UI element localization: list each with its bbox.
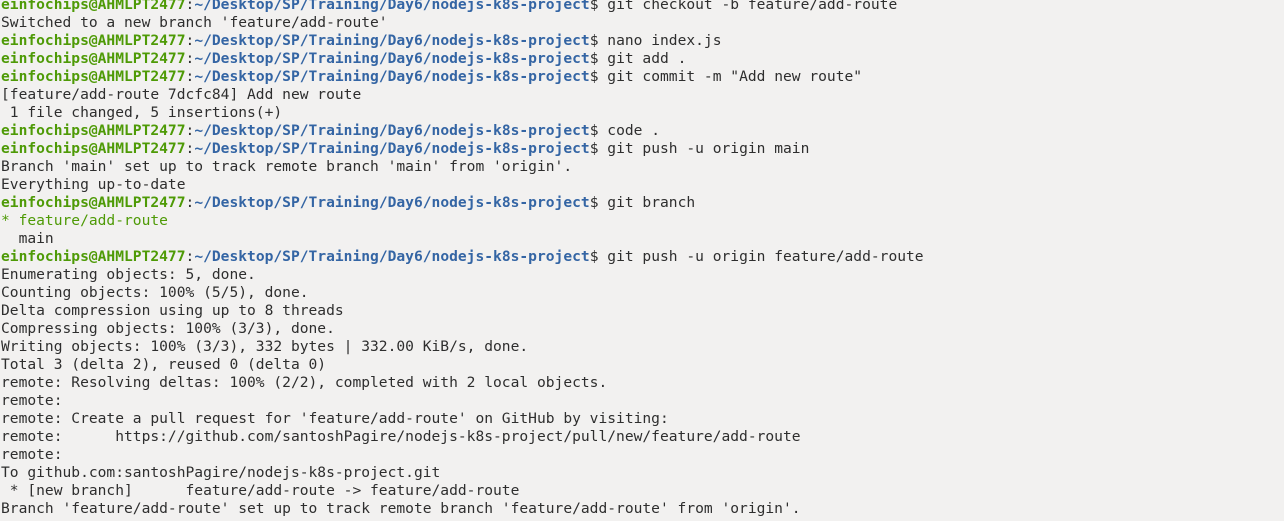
prompt-colon: : [185,0,195,13]
prompt-cwd: ~/Desktop/SP/Training/Day6/nodejs-k8s-pr… [194,122,590,139]
prompt-cwd: ~/Desktop/SP/Training/Day6/nodejs-k8s-pr… [194,32,590,49]
terminal-window[interactable]: einfochips@AHMLPT2477:~/Desktop/SP/Train… [0,0,1284,521]
output-line: * [new branch] feature/add-route -> feat… [1,482,1284,500]
output-line: Counting objects: 100% (5/5), done. [1,284,1284,302]
prompt-dollar: $ [589,248,608,265]
prompt-colon: : [185,248,195,265]
output-text: Branch 'main' set up to track remote bra… [1,158,573,175]
prompt-colon: : [185,50,195,67]
output-line: [feature/add-route 7dcfc84] Add new rout… [1,86,1284,104]
command-text: git commit -m "Add new route" [607,68,863,85]
prompt-user-host: einfochips@AHMLPT2477 [1,194,186,211]
prompt-line[interactable]: einfochips@AHMLPT2477:~/Desktop/SP/Train… [1,0,1284,14]
prompt-cwd: ~/Desktop/SP/Training/Day6/nodejs-k8s-pr… [194,248,590,265]
prompt-user-host: einfochips@AHMLPT2477 [1,32,186,49]
command-text: git checkout -b feature/add-route [607,0,898,13]
output-line: remote: Resolving deltas: 100% (2/2), co… [1,374,1284,392]
prompt-cwd: ~/Desktop/SP/Training/Day6/nodejs-k8s-pr… [194,68,590,85]
output-text: Counting objects: 100% (5/5), done. [1,284,309,301]
prompt-colon: : [185,140,195,157]
prompt-dollar: $ [589,0,608,13]
output-text: remote: [1,392,72,409]
prompt-dollar: $ [589,122,608,139]
prompt-user-host: einfochips@AHMLPT2477 [1,122,186,139]
output-text: Compressing objects: 100% (3/3), done. [1,320,335,337]
output-line: 1 file changed, 5 insertions(+) [1,104,1284,122]
output-text: Delta compression using up to 8 threads [1,302,344,319]
prompt-user-host: einfochips@AHMLPT2477 [1,50,186,67]
output-text: main [1,230,54,247]
output-text: remote: https://github.com/santoshPagire… [1,428,801,445]
output-line: main [1,230,1284,248]
prompt-colon: : [185,122,195,139]
output-text: 1 file changed, 5 insertions(+) [1,104,283,121]
output-line: Everything up-to-date [1,176,1284,194]
output-text: To github.com:santoshPagire/nodejs-k8s-p… [1,464,441,481]
output-text: Writing objects: 100% (3/3), 332 bytes |… [1,338,529,355]
output-line: To github.com:santoshPagire/nodejs-k8s-p… [1,464,1284,482]
output-text: remote: [1,446,72,463]
output-line: Delta compression using up to 8 threads [1,302,1284,320]
output-line: remote: [1,446,1284,464]
output-line: Total 3 (delta 2), reused 0 (delta 0) [1,356,1284,374]
output-line: Branch 'feature/add-route' set up to tra… [1,500,1284,518]
prompt-cwd: ~/Desktop/SP/Training/Day6/nodejs-k8s-pr… [194,0,590,13]
prompt-dollar: $ [589,68,608,85]
prompt-colon: : [185,68,195,85]
output-line: Compressing objects: 100% (3/3), done. [1,320,1284,338]
prompt-line[interactable]: einfochips@AHMLPT2477:~/Desktop/SP/Train… [1,68,1284,86]
prompt-line[interactable]: einfochips@AHMLPT2477:~/Desktop/SP/Train… [1,140,1284,158]
prompt-line[interactable]: einfochips@AHMLPT2477:~/Desktop/SP/Train… [1,32,1284,50]
prompt-user-host: einfochips@AHMLPT2477 [1,68,186,85]
command-text: git push -u origin main [607,140,810,157]
prompt-dollar: $ [589,140,608,157]
prompt-colon: : [185,32,195,49]
prompt-user-host: einfochips@AHMLPT2477 [1,140,186,157]
prompt-user-host: einfochips@AHMLPT2477 [1,0,186,13]
output-line: remote: https://github.com/santoshPagire… [1,428,1284,446]
output-line: remote: Create a pull request for 'featu… [1,410,1284,428]
current-branch-text: * feature/add-route [1,212,168,229]
prompt-cwd: ~/Desktop/SP/Training/Day6/nodejs-k8s-pr… [194,194,590,211]
output-line: Enumerating objects: 5, done. [1,266,1284,284]
prompt-dollar: $ [589,194,608,211]
output-line: Switched to a new branch 'feature/add-ro… [1,14,1284,32]
output-text: * [new branch] feature/add-route -> feat… [1,482,520,499]
output-text: Everything up-to-date [1,176,186,193]
prompt-colon: : [185,194,195,211]
output-line: Writing objects: 100% (3/3), 332 bytes |… [1,338,1284,356]
prompt-cwd: ~/Desktop/SP/Training/Day6/nodejs-k8s-pr… [194,140,590,157]
command-text: git add . [607,50,687,67]
prompt-cwd: ~/Desktop/SP/Training/Day6/nodejs-k8s-pr… [194,50,590,67]
output-line: remote: [1,392,1284,410]
output-text: remote: Create a pull request for 'featu… [1,410,669,427]
output-text: Branch 'feature/add-route' set up to tra… [1,500,801,517]
output-text: Enumerating objects: 5, done. [1,266,256,283]
output-text: remote: Resolving deltas: 100% (2/2), co… [1,374,608,391]
prompt-line[interactable]: einfochips@AHMLPT2477:~/Desktop/SP/Train… [1,194,1284,212]
prompt-line[interactable]: einfochips@AHMLPT2477:~/Desktop/SP/Train… [1,50,1284,68]
prompt-line[interactable]: einfochips@AHMLPT2477:~/Desktop/SP/Train… [1,122,1284,140]
output-line: Branch 'main' set up to track remote bra… [1,158,1284,176]
command-text: code . [607,122,660,139]
output-text: [feature/add-route 7dcfc84] Add new rout… [1,86,362,103]
terminal-output[interactable]: einfochips@AHMLPT2477:~/Desktop/SP/Train… [1,0,1284,518]
prompt-dollar: $ [589,32,608,49]
output-text: Switched to a new branch 'feature/add-ro… [1,14,388,31]
command-text: nano index.js [607,32,722,49]
prompt-user-host: einfochips@AHMLPT2477 [1,248,186,265]
prompt-dollar: $ [589,50,608,67]
output-text: Total 3 (delta 2), reused 0 (delta 0) [1,356,327,373]
output-line: * feature/add-route [1,212,1284,230]
command-text: git branch [607,194,696,211]
prompt-line[interactable]: einfochips@AHMLPT2477:~/Desktop/SP/Train… [1,248,1284,266]
command-text: git push -u origin feature/add-route [607,248,924,265]
